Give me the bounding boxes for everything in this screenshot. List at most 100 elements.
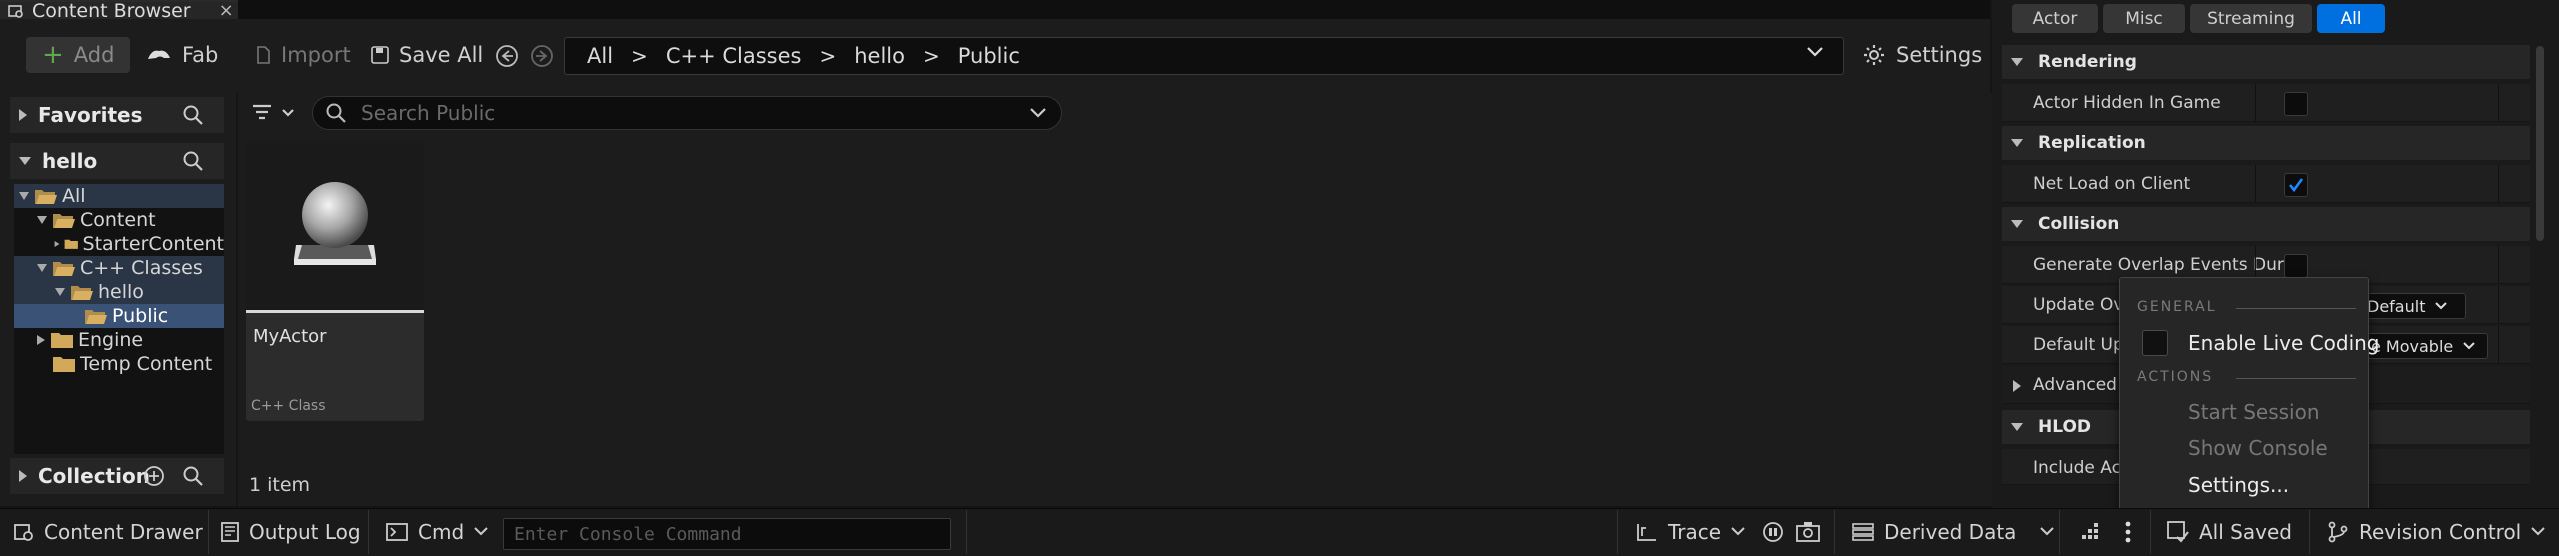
- menu-item-enable-live-coding[interactable]: Enable Live Coding: [2188, 331, 2380, 355]
- live-coding-menu: GENERAL Enable Live Coding ACTIONS Start…: [2119, 277, 2380, 517]
- more-options-icon[interactable]: [2124, 520, 2132, 544]
- tree-item-hello[interactable]: hello: [14, 280, 224, 304]
- search-input[interactable]: Search Public: [312, 96, 1062, 130]
- actor-icon: [294, 182, 376, 265]
- filter-all-button[interactable]: All: [2317, 4, 2385, 33]
- forward-icon[interactable]: [530, 44, 554, 68]
- menu-item-start-session[interactable]: Start Session: [2188, 400, 2320, 424]
- chevron-right-icon: [37, 335, 45, 345]
- console-input[interactable]: Enter Console Command: [503, 518, 951, 550]
- save-all-button[interactable]: Save All: [371, 37, 483, 73]
- breadcrumb-cpp-classes[interactable]: C++ Classes: [666, 44, 802, 68]
- chevron-right-icon: >: [631, 44, 648, 68]
- close-icon[interactable]: ×: [219, 0, 234, 21]
- category-label: Rendering: [2038, 52, 2137, 72]
- search-icon[interactable]: [182, 150, 204, 172]
- output-log-button[interactable]: Output Log: [221, 508, 361, 556]
- gear-icon: [1862, 43, 1886, 67]
- fab-button[interactable]: Fab: [146, 37, 218, 73]
- trace-icon: [1637, 524, 1656, 541]
- menu-item-settings[interactable]: Settings...: [2188, 473, 2289, 497]
- category-replication[interactable]: Replication: [2002, 126, 2530, 160]
- divider: [2059, 510, 2060, 554]
- revision-control-dropdown[interactable]: Revision Control: [2327, 508, 2545, 556]
- menu-item-show-console[interactable]: Show Console: [2188, 436, 2328, 460]
- fab-label: Fab: [182, 43, 219, 67]
- content-browser-icon: [8, 3, 24, 19]
- folder-icon: [64, 239, 78, 249]
- chevron-right-icon: >: [819, 44, 837, 68]
- prop-net-load-on-client: Net Load on Client: [2002, 165, 2530, 203]
- default-update-dropdown[interactable]: e Movable: [2362, 333, 2488, 359]
- divider: [2498, 84, 2499, 122]
- content-drawer-button[interactable]: Content Drawer: [14, 508, 203, 556]
- filter-misc-button[interactable]: Misc: [2103, 4, 2185, 33]
- asset-type: C++ Class: [251, 398, 326, 414]
- tree-item-temp-content[interactable]: Temp Content: [14, 352, 224, 376]
- folder-open-icon: [53, 214, 75, 228]
- add-collection-icon[interactable]: [143, 465, 165, 487]
- back-icon[interactable]: [495, 44, 519, 68]
- asset-tile-myactor[interactable]: MyActor C++ Class: [246, 141, 424, 421]
- chevron-down-icon: [55, 288, 65, 296]
- branch-icon: [2328, 521, 2348, 543]
- update-overlaps-dropdown[interactable]: Default: [2358, 293, 2466, 319]
- derived-data-dropdown[interactable]: Derived Data: [1852, 508, 2055, 556]
- save-check-icon: [2167, 521, 2189, 543]
- trace-dropdown[interactable]: Trace: [1636, 508, 1745, 556]
- filter-icon[interactable]: [251, 102, 299, 124]
- tree-item-engine[interactable]: Engine: [14, 328, 224, 352]
- asset-thumbnail: [246, 141, 424, 313]
- tree-item-public[interactable]: Public: [14, 304, 224, 328]
- divider: [2236, 308, 2356, 309]
- live-coding-icon[interactable]: [2080, 521, 2106, 543]
- scrollbar-thumb[interactable]: [2536, 46, 2544, 241]
- import-button[interactable]: Import: [255, 37, 351, 73]
- category-collision[interactable]: Collision: [2002, 207, 2530, 241]
- cmd-dropdown[interactable]: Cmd: [386, 508, 488, 556]
- tab-bar: [0, 0, 1990, 19]
- menu-section-general: GENERAL: [2137, 299, 2217, 315]
- filter-actor-button[interactable]: Actor: [2012, 4, 2098, 33]
- category-rendering[interactable]: Rendering: [2002, 45, 2530, 79]
- cmd-label: Cmd: [418, 520, 465, 544]
- filter-streaming-button[interactable]: Streaming: [2190, 4, 2312, 33]
- net-load-checkbox[interactable]: [2284, 173, 2308, 197]
- chevron-down-icon[interactable]: [1029, 107, 1047, 119]
- record-icon[interactable]: [1762, 521, 1784, 543]
- breadcrumb-hello[interactable]: hello: [854, 44, 905, 68]
- divider: [2498, 326, 2499, 364]
- favorites-label: Favorites: [38, 103, 143, 127]
- divider: [1834, 510, 1835, 554]
- tree-item-all[interactable]: All: [14, 184, 224, 208]
- chevron-down-icon: [474, 527, 488, 536]
- category-label: Replication: [2038, 133, 2146, 153]
- collections-label: Collection: [38, 464, 150, 488]
- divider: [2498, 286, 2499, 324]
- fab-icon: [146, 46, 172, 64]
- tab-content-browser[interactable]: Content Browser ×: [0, 0, 238, 22]
- derived-data-label: Derived Data: [1884, 520, 2017, 544]
- search-icon[interactable]: [182, 104, 204, 126]
- gen-overlap-checkbox[interactable]: [2284, 254, 2308, 278]
- breadcrumb-public[interactable]: Public: [958, 44, 1020, 68]
- tree-label: Public: [112, 305, 169, 327]
- tree-item-cpp-classes[interactable]: C++ Classes: [14, 256, 224, 280]
- settings-button[interactable]: Settings: [1862, 37, 1982, 73]
- tree-item-startercontent[interactable]: StarterContent: [14, 232, 224, 256]
- all-saved-button[interactable]: All Saved: [2167, 508, 2292, 556]
- add-button[interactable]: + Add: [26, 37, 130, 73]
- revision-control-label: Revision Control: [2359, 520, 2522, 544]
- add-label: Add: [73, 43, 115, 67]
- tree-item-content[interactable]: Content: [14, 208, 224, 232]
- checkmark-icon: [2288, 178, 2304, 193]
- actor-hidden-checkbox[interactable]: [2284, 92, 2308, 116]
- screenshot-icon[interactable]: [1796, 521, 1820, 543]
- live-coding-checkbox[interactable]: [2142, 330, 2168, 356]
- search-icon[interactable]: [182, 465, 204, 487]
- chevron-right-icon: [18, 108, 28, 122]
- breadcrumb-all[interactable]: All: [587, 44, 613, 68]
- chevron-right-icon: >: [922, 44, 940, 68]
- divider: [208, 510, 209, 554]
- path-dropdown-icon[interactable]: [1806, 46, 1824, 58]
